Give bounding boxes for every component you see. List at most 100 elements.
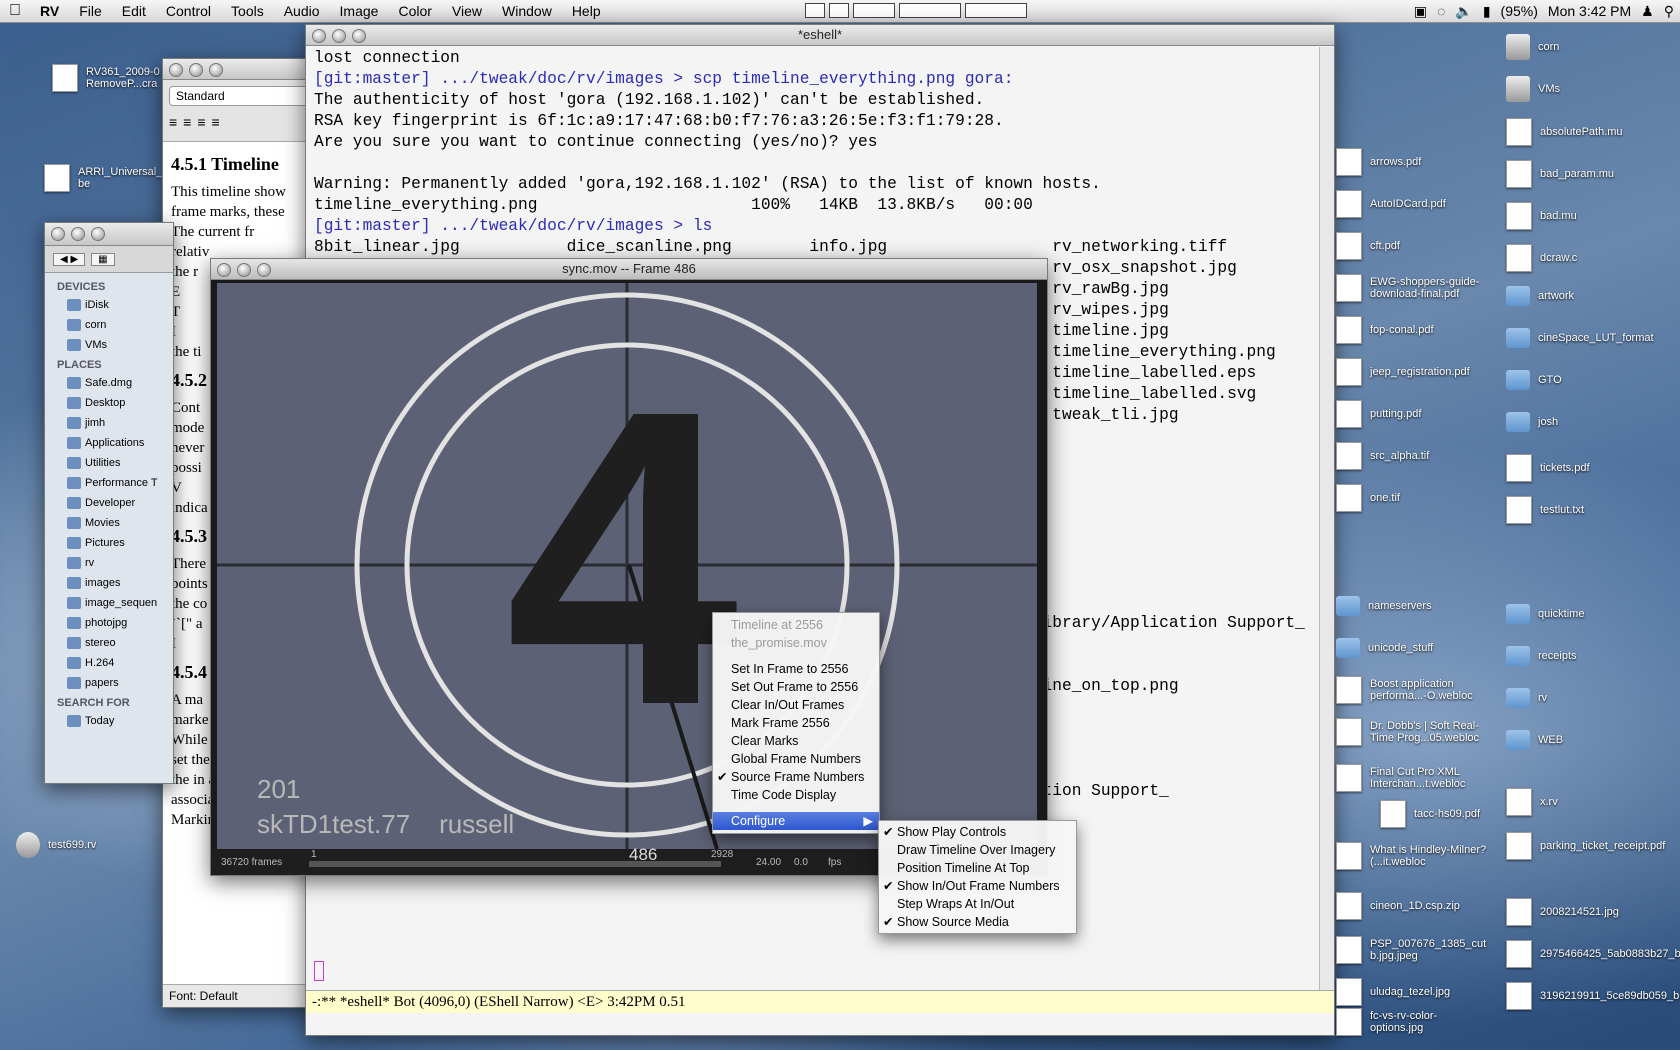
menu-item[interactable]: Draw Timeline Over Imagery [879, 841, 1076, 859]
view-buttons[interactable]: ▦ [91, 252, 115, 266]
devices-header[interactable]: DEVICES [45, 277, 173, 295]
style-popup[interactable]: Standard [169, 86, 312, 106]
search-header[interactable]: SEARCH FOR [45, 693, 173, 711]
sidebar-item[interactable]: Safe.dmg [45, 373, 173, 393]
sidebar-item[interactable]: VMs [45, 335, 173, 355]
desktop-icon[interactable]: rv [1506, 688, 1662, 708]
close-button[interactable] [312, 29, 326, 43]
menu-item[interactable]: Position Timeline At Top [879, 859, 1076, 877]
desktop-icon[interactable]: 2008214521.jpg [1506, 898, 1664, 926]
desktop-icon[interactable]: x.rv [1506, 788, 1664, 816]
desktop-icon[interactable]: Boost application performa...-O.webloc [1336, 676, 1490, 704]
menu-help[interactable]: Help [562, 3, 611, 19]
zoom-button[interactable] [209, 63, 223, 77]
desktop-icon[interactable]: arrows.pdf [1336, 148, 1490, 176]
desktop-icon[interactable]: bad.mu [1506, 202, 1664, 230]
sidebar-item[interactable]: photojpg [45, 613, 173, 633]
alignment-icons[interactable]: ≡≡≡≡ [169, 114, 312, 130]
user-icon[interactable]: ♟ [1641, 3, 1654, 20]
battery-icon[interactable]: ▮ [1483, 3, 1491, 20]
title-bar[interactable] [163, 59, 318, 80]
spotlight-icon[interactable]: ⚲ [1664, 3, 1674, 20]
clock[interactable]: Mon 3:42 PM [1548, 3, 1631, 19]
desktop-icon[interactable]: fop-conal.pdf [1336, 316, 1490, 344]
menu-item[interactable]: Mark Frame 2556 [713, 714, 879, 732]
status-icon[interactable] [965, 3, 1027, 18]
timeline-track[interactable] [309, 861, 721, 867]
desktop-icon[interactable]: cineSpace_LUT_format [1506, 328, 1662, 348]
desktop-icon[interactable]: quicktime [1506, 604, 1662, 624]
desktop-icon[interactable]: dcraw.c [1506, 244, 1664, 272]
status-icon[interactable] [899, 3, 961, 18]
sidebar-item[interactable]: Utilities [45, 453, 173, 473]
menu-item[interactable]: ✔ Source Frame Numbers [713, 768, 879, 786]
configure-submenu[interactable]: ✔ Show Play Controls Draw Timeline Over Im… [878, 820, 1077, 934]
apple-menu-icon[interactable]:  [0, 2, 30, 20]
desktop-icon[interactable]: bad_param.mu [1506, 160, 1664, 188]
sidebar-item[interactable]: stereo [45, 633, 173, 653]
desktop-icon[interactable]: What is Hindley-Milner? (...it.webloc [1336, 842, 1490, 870]
menu-window[interactable]: Window [492, 3, 562, 19]
menu-item[interactable]: Time Code Display [713, 786, 879, 804]
rv-viewer-window[interactable]: sync.mov -- Frame 486 4 201 skTD1test.77… [210, 258, 1048, 876]
menu-item[interactable]: Clear In/Out Frames [713, 696, 879, 714]
menu-file[interactable]: File [69, 3, 112, 19]
sidebar-item[interactable]: Movies [45, 513, 173, 533]
image-viewport[interactable]: 4 201 skTD1test.77 russell [217, 283, 1037, 849]
menu-item[interactable]: ✔ Show In/Out Frame Numbers [879, 877, 1076, 895]
desktop-icon[interactable]: testlut.txt [1506, 496, 1664, 524]
close-button[interactable] [51, 227, 65, 241]
desktop-icon[interactable]: RV361_2009-0 RemoveP...cra [52, 64, 166, 92]
menu-item[interactable]: Step Wraps At In/Out [879, 895, 1076, 913]
desktop-icon[interactable]: WEB [1506, 730, 1662, 750]
menu-item[interactable]: Set In Frame to 2556 [713, 660, 879, 678]
desktop-icon[interactable]: receipts [1506, 646, 1662, 666]
desktop-icon[interactable]: tacc-hs09.pdf [1380, 800, 1504, 828]
desktop-icon[interactable]: GTO [1506, 370, 1662, 390]
menu-color[interactable]: Color [388, 3, 441, 19]
desktop-icon[interactable]: one.tif [1336, 484, 1490, 512]
sidebar-item[interactable]: rv [45, 553, 173, 573]
desktop-icon[interactable]: fc-vs-rv-color-options.jpg [1336, 1008, 1490, 1036]
desktop-icon[interactable]: 3196219911_5ce89db059_b.jpg [1506, 982, 1680, 1010]
volume-icon[interactable]: 🔈 [1455, 3, 1472, 20]
desktop-icon[interactable]: josh [1506, 412, 1662, 432]
close-button[interactable] [217, 263, 231, 277]
menu-edit[interactable]: Edit [112, 3, 156, 19]
desktop-icon[interactable]: corn [1506, 34, 1662, 60]
desktop-icon[interactable]: absolutePath.mu [1506, 118, 1664, 146]
title-bar[interactable]: sync.mov -- Frame 486 [211, 259, 1047, 280]
desktop-icon[interactable]: PSP_007676_1385_cut b.jpg.jpeg [1336, 936, 1490, 964]
sidebar-item[interactable]: Desktop [45, 393, 173, 413]
desktop-icon[interactable]: 2975466425_5ab0883b27_b.jpg [1506, 940, 1680, 968]
title-bar[interactable]: *eshell* [306, 25, 1334, 46]
app-menu[interactable]: RV [30, 3, 69, 19]
desktop-icon[interactable]: cft.pdf [1336, 232, 1490, 260]
menu-item[interactable]: ✔ Show Source Media [879, 913, 1076, 931]
menu-control[interactable]: Control [156, 3, 221, 19]
desktop-icon[interactable]: AutoIDCard.pdf [1336, 190, 1490, 218]
wifi-icon[interactable]: ◌ [1437, 3, 1445, 19]
menu-tools[interactable]: Tools [221, 3, 274, 19]
finder-window[interactable]: ◀ ▶ ▦ DEVICES iDisk corn VMs PLACES Safe.dmg D… [44, 222, 174, 784]
desktop-icon[interactable]: src_alpha.tif [1336, 442, 1490, 470]
sidebar-item[interactable]: iDisk [45, 295, 173, 315]
back-forward-buttons[interactable]: ◀ ▶ [53, 252, 86, 266]
sidebar-item[interactable]: papers [45, 673, 173, 693]
sidebar-item[interactable]: images [45, 573, 173, 593]
desktop-icon[interactable]: Final Cut Pro XML Interchan...t.webloc [1336, 764, 1490, 792]
desktop-icon[interactable]: unicode_stuff [1336, 638, 1488, 658]
desktop-icon[interactable]: VMs [1506, 76, 1662, 102]
minimize-button[interactable] [237, 263, 251, 277]
zoom-button[interactable] [257, 263, 271, 277]
sidebar-item[interactable]: Today [45, 711, 173, 731]
menu-image[interactable]: Image [330, 3, 389, 19]
title-bar[interactable] [45, 223, 173, 246]
menu-item[interactable]: ✔ Show Play Controls [879, 823, 1076, 841]
desktop-icon[interactable]: cineon_1D.csp.zip [1336, 892, 1490, 920]
timeline-context-menu[interactable]: Timeline at 2556 the_promise.mov Set In Fr… [712, 612, 880, 834]
sidebar-item[interactable]: image_sequen [45, 593, 173, 613]
sidebar-item[interactable]: Developer [45, 493, 173, 513]
sidebar-item[interactable]: H.264 [45, 653, 173, 673]
menu-item[interactable]: Clear Marks [713, 732, 879, 750]
